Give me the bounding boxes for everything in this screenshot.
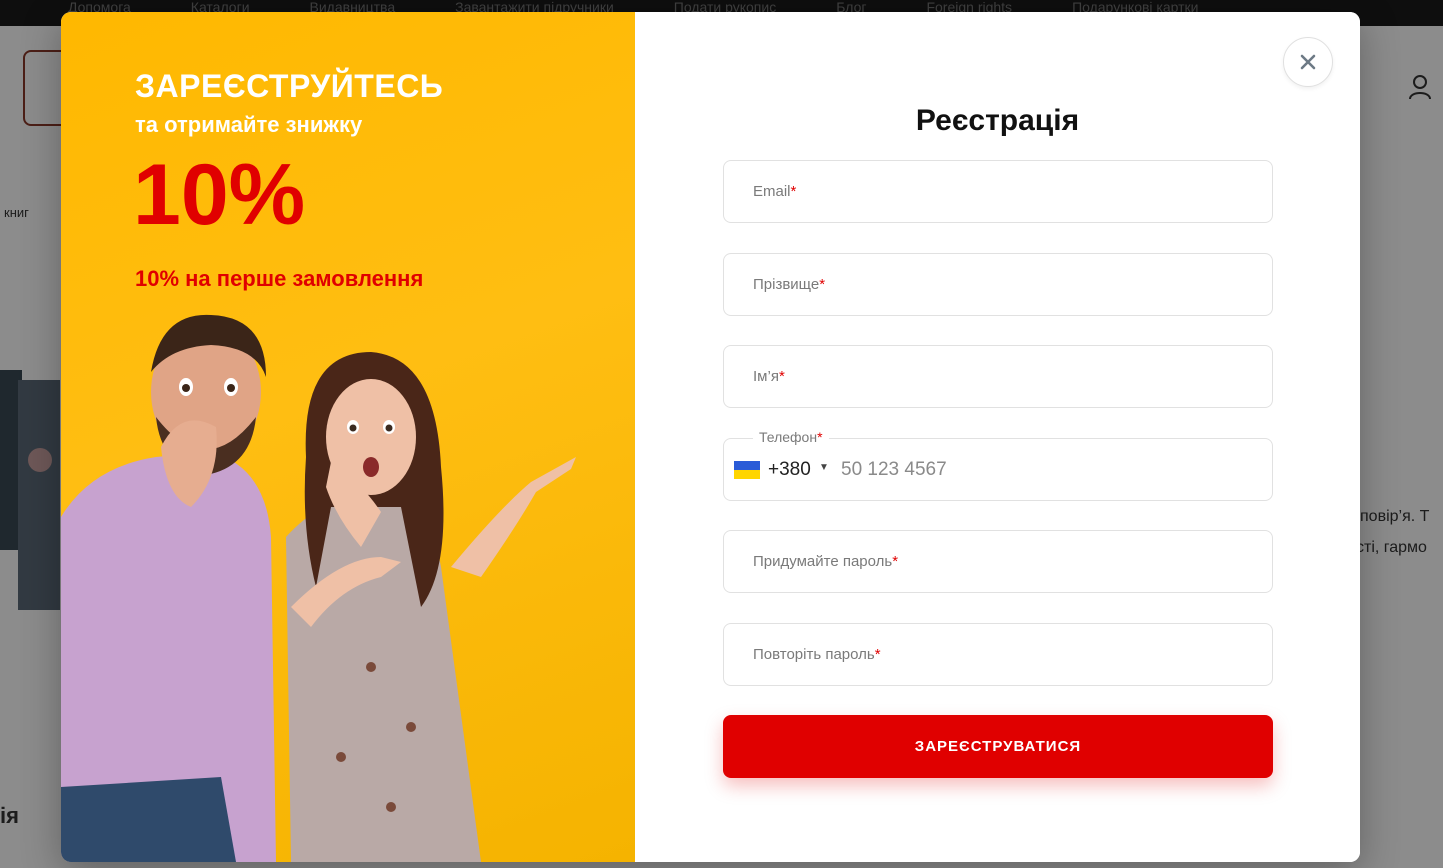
phone-label: Телефон* — [753, 429, 829, 445]
promo-discount: 10% — [133, 147, 306, 243]
promo-detail: 10% на перше замовлення — [135, 266, 424, 291]
ukraine-flag-icon[interactable] — [734, 461, 760, 479]
promo-title: ЗАРЕЄСТРУЙТЕСЬ — [135, 68, 444, 104]
promo-photo — [61, 314, 576, 862]
password-input[interactable] — [724, 531, 1272, 592]
email-field[interactable]: Email* — [723, 160, 1273, 223]
close-button[interactable] — [1283, 37, 1333, 87]
form-title: Реєстрація — [915, 104, 1080, 137]
register-button[interactable]: ЗАРЕЄСТРУВАТИСЯ — [723, 715, 1273, 778]
chevron-down-icon[interactable]: ▼ — [819, 462, 829, 473]
close-icon — [1300, 54, 1316, 70]
password-repeat-input[interactable] — [724, 624, 1272, 685]
promo-subtitle: та отримайте знижку — [135, 112, 363, 137]
phone-field[interactable]: Телефон* +380 ▼ — [723, 429, 1273, 501]
firstname-input[interactable] — [724, 346, 1272, 407]
email-input[interactable] — [724, 161, 1272, 222]
promo-panel: ЗАРЕЄСТРУЙТЕСЬ та отримайте знижку 10% 1… — [61, 12, 635, 862]
country-code[interactable]: +380 — [768, 459, 811, 481]
password-repeat-field[interactable]: Повторіть пароль* — [723, 623, 1273, 686]
registration-modal: ЗАРЕЄСТРУЙТЕСЬ та отримайте знижку 10% 1… — [61, 12, 1360, 862]
password-field[interactable]: Придумайте пароль* — [723, 530, 1273, 593]
phone-input[interactable] — [841, 439, 1261, 500]
firstname-field[interactable]: Ім’я* — [723, 345, 1273, 408]
lastname-field[interactable]: Прізвище* — [723, 253, 1273, 316]
lastname-input[interactable] — [724, 254, 1272, 315]
registration-form: Реєстрація Email* Прізвище* Ім’я* Телефо… — [635, 12, 1360, 862]
